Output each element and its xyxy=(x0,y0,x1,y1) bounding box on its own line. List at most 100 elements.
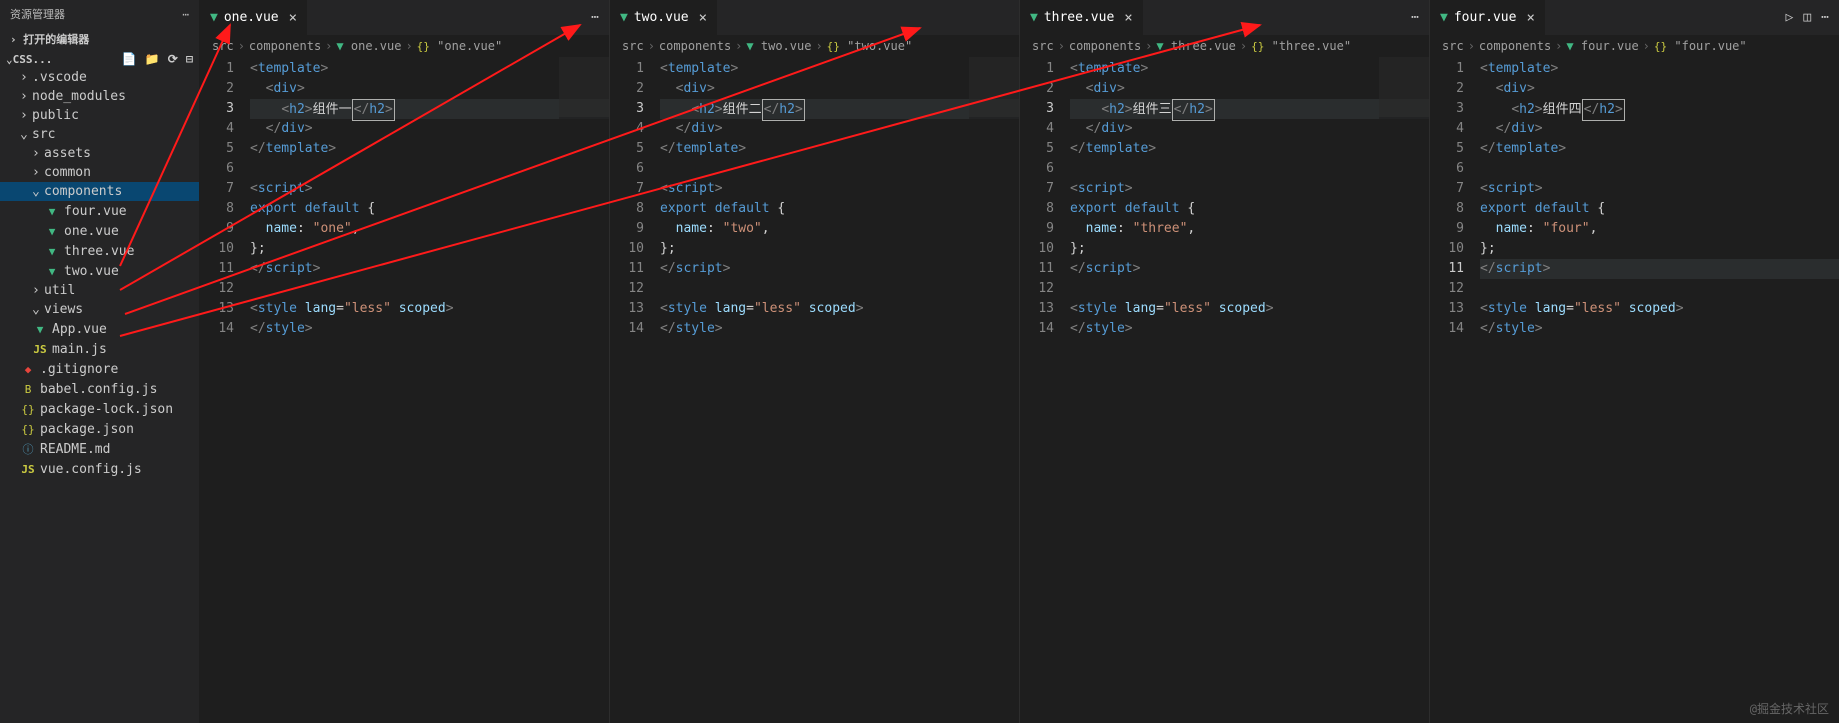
breadcrumb-segment[interactable]: {} "two.vue" xyxy=(827,39,913,53)
tab-bar: ▼two.vue× xyxy=(610,0,1019,35)
file-item[interactable]: JSvue.config.js xyxy=(0,459,199,479)
collapse-icon[interactable]: ⊟ xyxy=(186,52,193,66)
close-icon[interactable]: × xyxy=(699,10,707,26)
tab-label: one.vue xyxy=(224,10,279,25)
run-icon[interactable]: ▷ xyxy=(1786,10,1794,25)
breadcrumb-segment[interactable]: components xyxy=(659,39,731,53)
code-content[interactable]: <template> <div> <h2>组件一</h2> </div></te… xyxy=(250,57,609,723)
editor-tab[interactable]: ▼three.vue× xyxy=(1020,0,1143,35)
breadcrumb: src›components›▼ three.vue›{} "three.vue… xyxy=(1020,35,1429,57)
tree-item-label: public xyxy=(32,108,79,123)
vue-icon: ▼ xyxy=(44,223,60,239)
code-content[interactable]: <template> <div> <h2>组件二</h2> </div></te… xyxy=(660,57,1019,723)
code-editor[interactable]: 1234567891011121314<template> <div> <h2>… xyxy=(610,57,1019,723)
file-item[interactable]: ◆.gitignore xyxy=(0,359,199,379)
refresh-icon[interactable]: ⟳ xyxy=(168,52,178,66)
editor-tab[interactable]: ▼two.vue× xyxy=(610,0,717,35)
close-icon[interactable]: × xyxy=(1124,10,1132,26)
code-editor[interactable]: 1234567891011121314<template> <div> <h2>… xyxy=(200,57,609,723)
breadcrumb-segment[interactable]: src xyxy=(1442,39,1464,53)
watermark: @掘金技术社区 xyxy=(1750,700,1829,717)
file-item[interactable]: {} package.json xyxy=(0,419,199,439)
breadcrumb-segment[interactable]: src xyxy=(1032,39,1054,53)
new-folder-icon[interactable]: 📁 xyxy=(145,52,160,66)
code-content[interactable]: <template> <div> <h2>组件三</h2> </div></te… xyxy=(1070,57,1429,723)
file-item[interactable]: Bbabel.config.js xyxy=(0,379,199,399)
vue-icon: ▼ xyxy=(746,39,753,53)
tab-actions: ⋯ xyxy=(591,10,609,25)
breadcrumb-segment[interactable]: ▼ four.vue xyxy=(1566,39,1638,53)
breadcrumb-segment[interactable]: {} "three.vue" xyxy=(1251,39,1351,53)
code-editor[interactable]: 1234567891011121314<template> <div> <h2>… xyxy=(1430,57,1839,723)
folder-item[interactable]: ›node_modules xyxy=(0,87,199,106)
file-item[interactable]: ▼App.vue xyxy=(0,319,199,339)
breadcrumb-segment[interactable]: ▼ two.vue xyxy=(746,39,811,53)
tab-label: four.vue xyxy=(1454,10,1517,25)
tab-actions: ⋯ xyxy=(1411,10,1429,25)
editor-pane: ▼three.vue×⋯src›components›▼ three.vue›{… xyxy=(1020,0,1430,723)
new-file-icon[interactable]: 📄 xyxy=(122,52,137,66)
project-folder[interactable]: ⌄ CSS... 📄 📁 ⟳ ⊟ xyxy=(0,50,199,68)
sidebar-title-row: 资源管理器 ⋯ xyxy=(0,0,199,28)
more-icon[interactable]: ⋯ xyxy=(182,8,189,21)
breadcrumb-segment[interactable]: src xyxy=(622,39,644,53)
folder-item[interactable]: ›common xyxy=(0,163,199,182)
file-item[interactable]: ▼two.vue xyxy=(0,261,199,281)
breadcrumb-segment[interactable]: ▼ one.vue xyxy=(336,39,401,53)
vue-icon: ▼ xyxy=(44,263,60,279)
tab-bar: ▼four.vue×▷◫⋯ xyxy=(1430,0,1839,35)
folder-item[interactable]: ›assets xyxy=(0,144,199,163)
brace-icon: {} xyxy=(20,421,36,437)
more-icon[interactable]: ⋯ xyxy=(591,10,599,25)
tab-label: three.vue xyxy=(1044,10,1114,25)
breadcrumb-segment[interactable]: {} "four.vue" xyxy=(1654,39,1747,53)
breadcrumb-segment[interactable]: components xyxy=(1479,39,1551,53)
split-icon[interactable]: ◫ xyxy=(1803,10,1811,25)
tab-bar: ▼three.vue×⋯ xyxy=(1020,0,1429,35)
file-item[interactable]: ⓘREADME.md xyxy=(0,439,199,459)
breadcrumb-segment[interactable]: src xyxy=(212,39,234,53)
tree-item-label: babel.config.js xyxy=(40,382,157,397)
chevron-icon: ⌄ xyxy=(32,302,44,317)
tab-actions: ▷ ◫ ⋯ xyxy=(1786,10,1839,25)
folder-item[interactable]: ⌄src xyxy=(0,125,199,144)
breadcrumb-segment[interactable]: components xyxy=(1069,39,1141,53)
breadcrumb-segment[interactable]: ▼ three.vue xyxy=(1156,39,1235,53)
chevron-icon: › xyxy=(20,108,32,123)
minimap[interactable] xyxy=(559,57,609,723)
vue-icon: ▼ xyxy=(336,39,343,53)
breadcrumb-segment[interactable]: components xyxy=(249,39,321,53)
breadcrumb-segment[interactable]: {} "one.vue" xyxy=(417,39,503,53)
file-item[interactable]: ▼four.vue xyxy=(0,201,199,221)
editor-tab[interactable]: ▼one.vue× xyxy=(200,0,307,35)
folder-item[interactable]: ›.vscode xyxy=(0,68,199,87)
code-editor[interactable]: 1234567891011121314<template> <div> <h2>… xyxy=(1020,57,1429,723)
tree-item-label: one.vue xyxy=(64,224,119,239)
more-icon[interactable]: ⋯ xyxy=(1411,10,1419,25)
folder-item[interactable]: ›public xyxy=(0,106,199,125)
tree-item-label: assets xyxy=(44,146,91,161)
brace-icon: {} xyxy=(1654,40,1667,53)
file-item[interactable]: {}package-lock.json xyxy=(0,399,199,419)
file-item[interactable]: ▼three.vue xyxy=(0,241,199,261)
open-editors-section[interactable]: › 打开的编辑器 xyxy=(0,28,199,50)
folder-item[interactable]: ›util xyxy=(0,281,199,300)
more-icon[interactable]: ⋯ xyxy=(1821,10,1829,25)
close-icon[interactable]: × xyxy=(289,10,297,26)
brace-icon: {} xyxy=(20,401,36,417)
tab-label: two.vue xyxy=(634,10,689,25)
editor-tab[interactable]: ▼four.vue× xyxy=(1430,0,1545,35)
editor-pane: ▼four.vue×▷◫⋯src›components›▼ four.vue›{… xyxy=(1430,0,1839,723)
minimap[interactable] xyxy=(969,57,1019,723)
file-item[interactable]: ▼ one.vue xyxy=(0,221,199,241)
code-content[interactable]: <template> <div> <h2>组件四</h2> </div></te… xyxy=(1480,57,1839,723)
file-item[interactable]: JSmain.js xyxy=(0,339,199,359)
close-icon[interactable]: × xyxy=(1526,10,1534,26)
folder-item[interactable]: ⌄components xyxy=(0,182,199,201)
tree-item-label: package.json xyxy=(40,422,134,437)
folder-item[interactable]: ⌄views xyxy=(0,300,199,319)
minimap[interactable] xyxy=(1379,57,1429,723)
chevron-icon: › xyxy=(20,70,32,85)
vue-icon: ▼ xyxy=(1566,39,1573,53)
tree-item-label: common xyxy=(44,165,91,180)
